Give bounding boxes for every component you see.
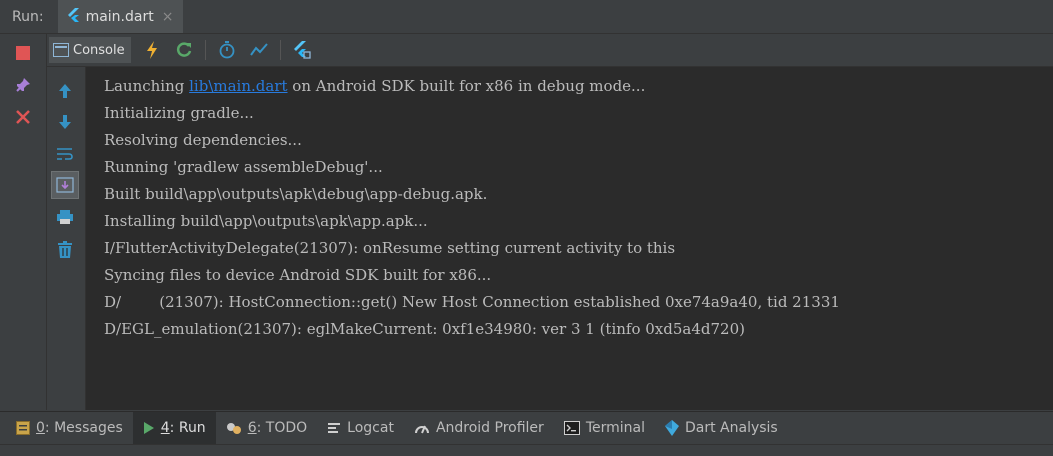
console-line: Launching lib\main.dart on Android SDK b…: [104, 77, 646, 95]
tab-console[interactable]: Console: [49, 37, 131, 63]
tool-tab-run[interactable]: 4: Run: [132, 412, 216, 444]
console-line: D/EGL_emulation(21307): eglMakeCurrent: …: [104, 320, 745, 338]
pin-icon[interactable]: [14, 76, 32, 94]
tool-tab-dart-analysis[interactable]: Dart Analysis: [655, 412, 788, 444]
bottom-tabs: 0: Messages 4: Run 6: TODO Logcat Android Pr…: [0, 412, 788, 444]
tool-tab-number: 0: [36, 420, 45, 436]
toolbar-divider: [279, 40, 281, 60]
arrow-down-icon[interactable]: [53, 110, 77, 134]
tool-tab-number: 6: [247, 420, 257, 436]
profiler-icon: [414, 421, 430, 435]
console-line: Running 'gradlew assembleDebug'...: [104, 158, 383, 176]
console-icon: [53, 43, 69, 57]
tool-window-bar: 0: Messages 4: Run 6: TODO Logcat Android Pr…: [0, 411, 1053, 456]
terminal-icon: [563, 421, 580, 435]
flutter-icon: [67, 7, 80, 26]
performance-graph-icon[interactable]: [248, 39, 270, 61]
console-lines: Launching lib\main.dart on Android SDK b…: [104, 73, 840, 343]
stopwatch-icon[interactable]: [216, 39, 238, 61]
flutter-inspector-icon[interactable]: [291, 39, 313, 61]
bottom-strip: [0, 444, 1053, 456]
tool-tab-profiler[interactable]: Android Profiler: [404, 412, 554, 444]
dart-analysis-icon: [664, 420, 679, 436]
console-line: I/FlutterActivityDelegate(21307): onResu…: [104, 239, 676, 257]
tab-console-label: Console: [73, 42, 125, 58]
console-output[interactable]: Launching lib\main.dart on Android SDK b…: [86, 67, 1053, 410]
console-line: Built build\app\outputs\apk\debug\app-de…: [104, 185, 488, 203]
tool-tab-messages[interactable]: 0: Messages: [6, 412, 133, 444]
hot-restart-icon[interactable]: [173, 39, 195, 61]
console-line: Installing build\app\outputs\apk\app.apk…: [104, 212, 428, 230]
tool-tab-label: Logcat: [347, 420, 394, 436]
trash-icon[interactable]: [53, 238, 77, 262]
run-label: Run:: [12, 8, 44, 25]
tool-tab-number: 4: [160, 420, 170, 436]
run-icon: [143, 421, 155, 435]
tool-tab-terminal[interactable]: Terminal: [554, 412, 655, 444]
console-line: Initializing gradle...: [104, 104, 254, 122]
close-icon[interactable]: ×: [162, 9, 174, 25]
tool-tab-label: : Messages: [44, 420, 123, 436]
stop-button[interactable]: [14, 44, 32, 62]
tool-tab-label: Terminal: [585, 420, 645, 436]
console-side-tools: [47, 67, 86, 410]
soft-wrap-icon[interactable]: [53, 142, 77, 166]
tab-main-dart[interactable]: main.dart ×: [57, 0, 184, 33]
logcat-icon: [327, 422, 341, 434]
console-line: Syncing files to device Android SDK buil…: [104, 266, 492, 284]
tool-tab-label: : Run: [169, 420, 206, 436]
console-line: D/ (21307): HostConnection::get() New Ho…: [104, 293, 840, 311]
tool-tab-label: : TODO: [256, 420, 308, 436]
tool-tab-todo[interactable]: 6: TODO: [216, 412, 317, 444]
console-line: Resolving dependencies...: [104, 131, 302, 149]
toolbar-divider: [204, 40, 206, 60]
close-icon[interactable]: [14, 108, 32, 126]
hot-reload-icon[interactable]: [141, 39, 163, 61]
run-left-rail: [0, 34, 47, 410]
scroll-to-end-icon[interactable]: [51, 171, 79, 199]
file-link[interactable]: lib\main.dart: [189, 77, 287, 95]
messages-icon: [16, 421, 30, 435]
arrow-up-icon[interactable]: [53, 79, 77, 103]
run-titlebar: Run: main.dart ×: [0, 0, 1053, 34]
tab-main-dart-label: main.dart: [85, 8, 154, 25]
tool-tab-label: Android Profiler: [435, 420, 544, 436]
print-icon[interactable]: [53, 205, 77, 229]
tool-tab-logcat[interactable]: Logcat: [317, 412, 404, 444]
tool-tab-label: Dart Analysis: [684, 420, 778, 436]
console-toolbar: Console: [47, 34, 1053, 67]
todo-icon: [226, 421, 242, 435]
